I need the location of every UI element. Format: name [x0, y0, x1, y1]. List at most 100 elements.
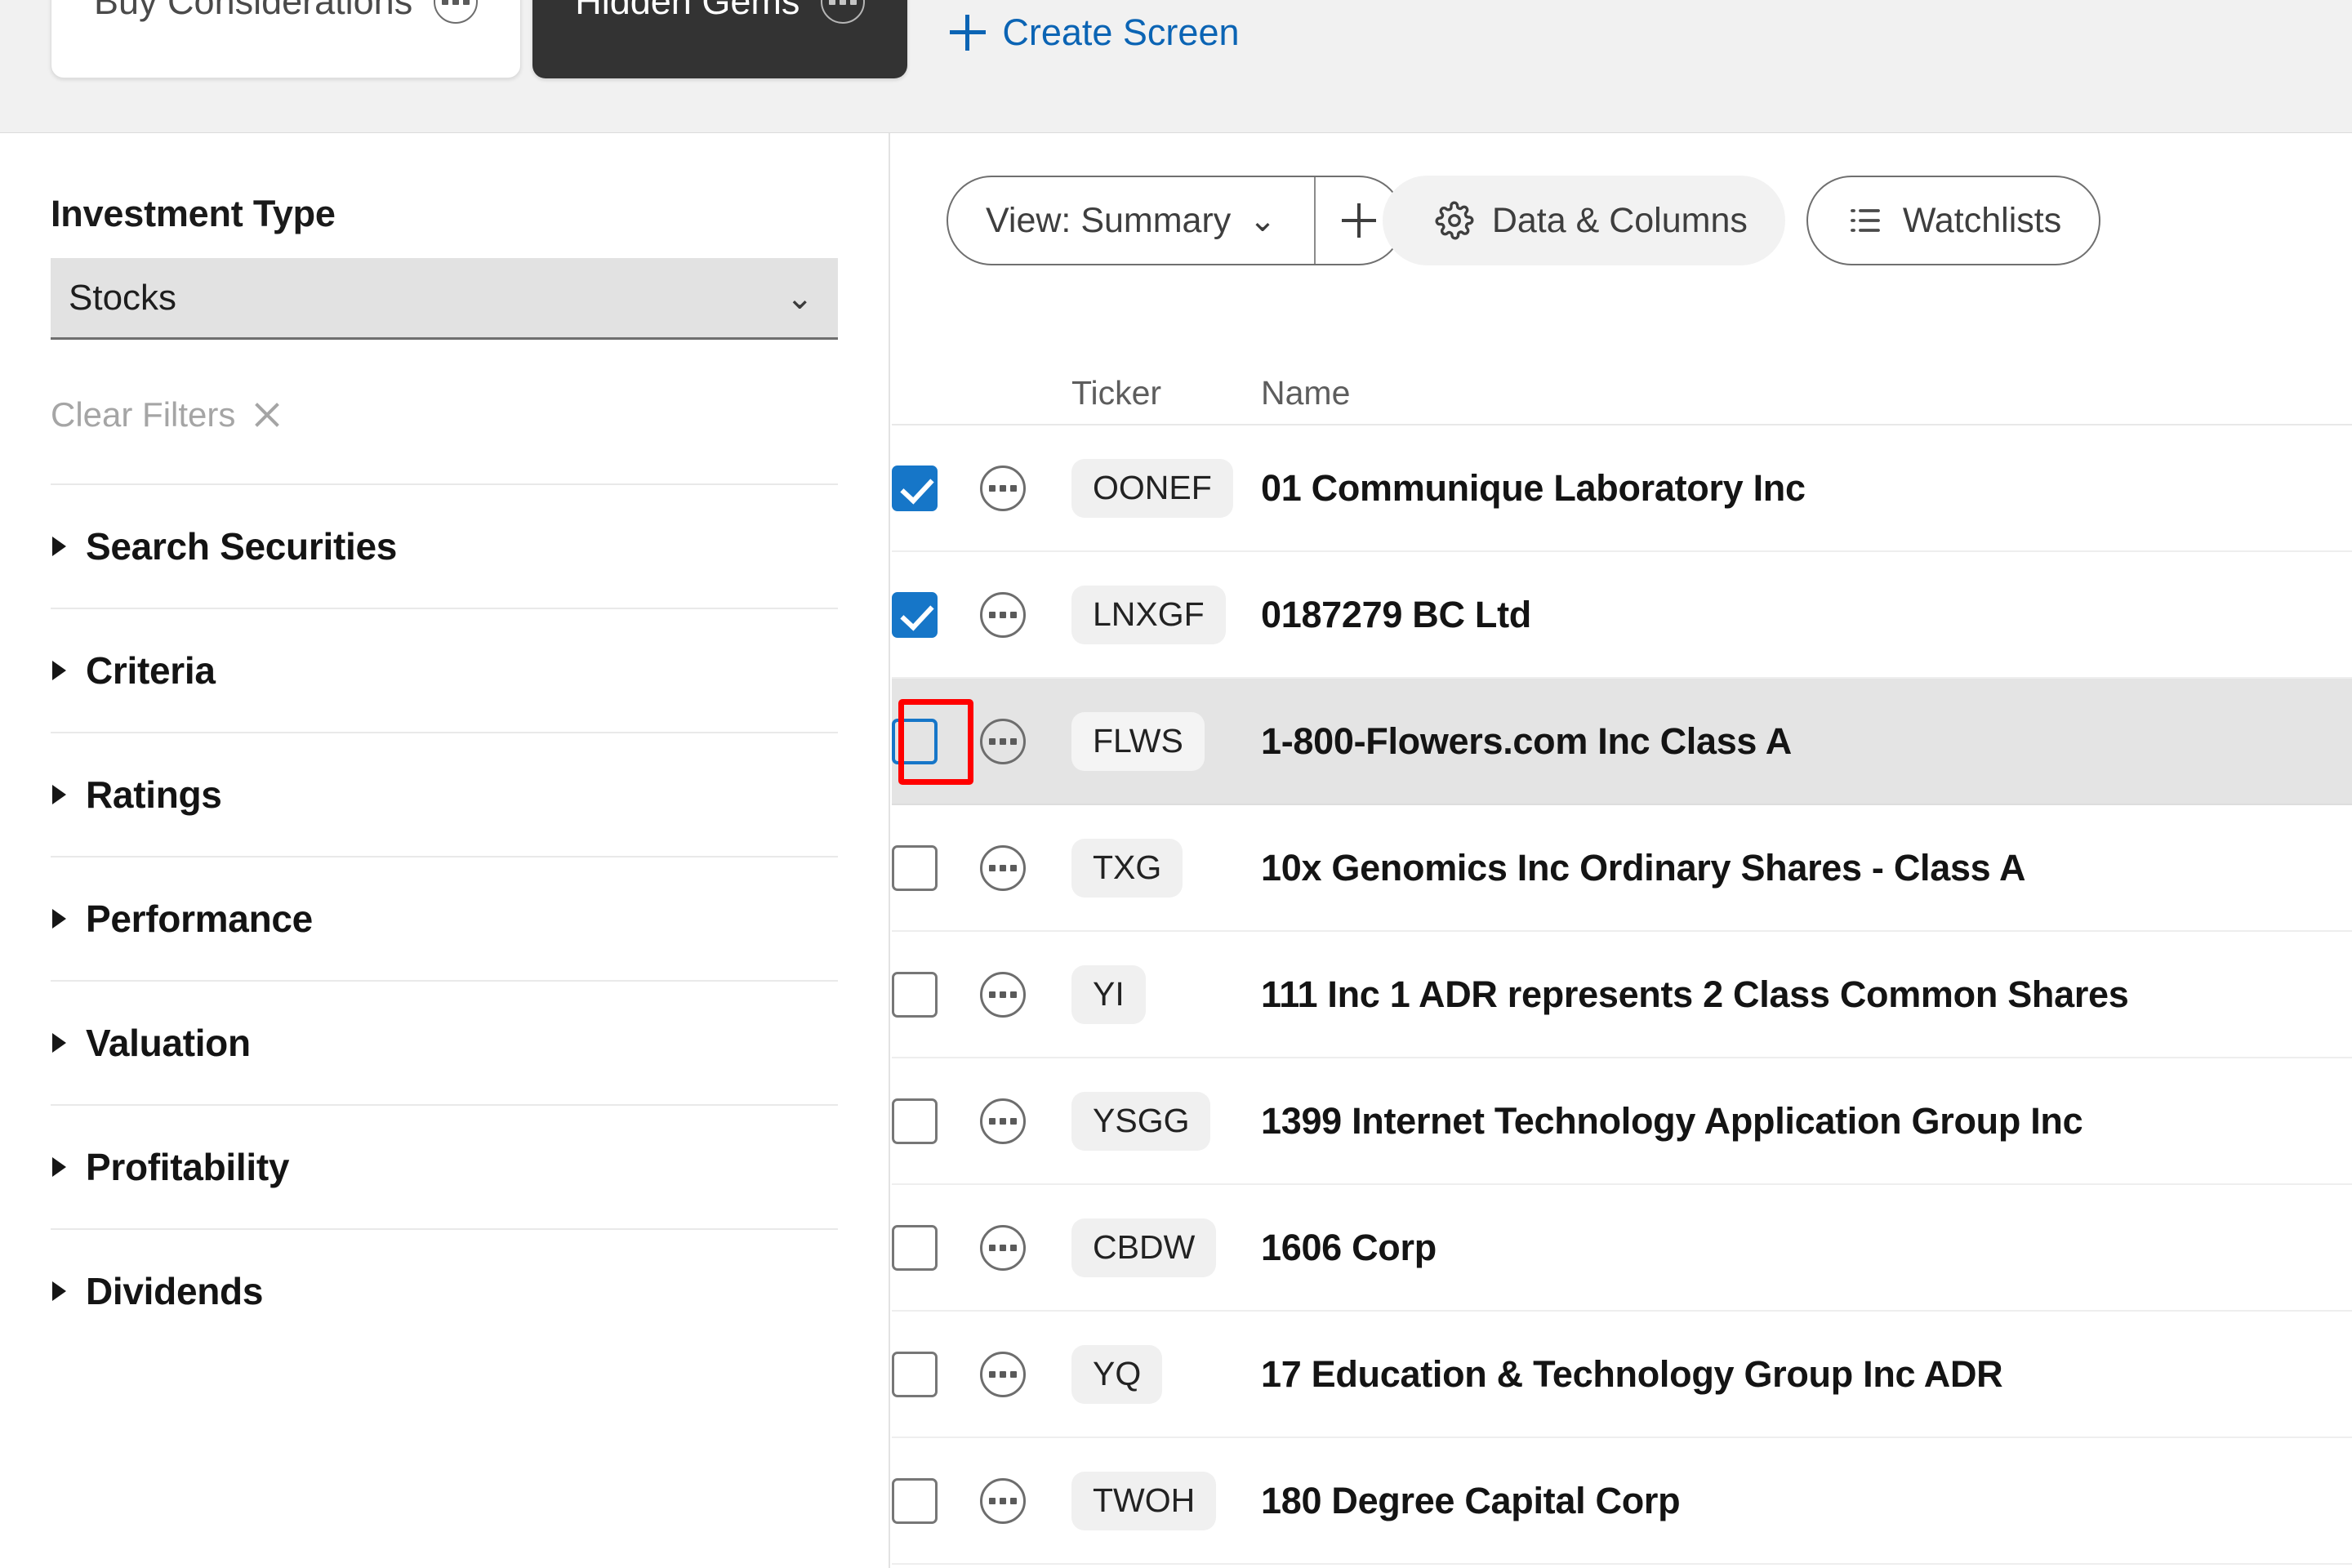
security-name[interactable]: 17 Education & Technology Group Inc ADR — [1261, 1353, 2003, 1396]
sidebar-section-performance[interactable]: Performance — [51, 856, 838, 980]
table-row[interactable]: YSGG 1399 Internet Technology Applicatio… — [892, 1058, 2352, 1185]
row-checkbox[interactable] — [892, 591, 938, 638]
ellipsis-circle-icon[interactable] — [821, 0, 866, 24]
ticker-badge[interactable]: YI — [1071, 964, 1146, 1024]
table-row[interactable]: OONEF 01 Communique Laboratory Inc — [892, 425, 2352, 552]
sidebar-section-label: Search Securities — [86, 525, 398, 568]
row-checkbox[interactable] — [892, 844, 938, 891]
ellipsis-circle-icon[interactable] — [980, 465, 1026, 511]
row-select-cell — [892, 1351, 980, 1397]
row-checkbox[interactable] — [892, 1098, 938, 1144]
ticker-badge[interactable]: OONEF — [1071, 458, 1233, 518]
row-name-cell: 17 Education & Technology Group Inc ADR — [1261, 1353, 2352, 1396]
results-panel: View: Summary ⌄ Data & Columns Watchlist… — [892, 133, 2352, 1568]
row-checkbox[interactable] — [892, 1351, 938, 1397]
table-row[interactable]: TWOH 180 Degree Capital Corp — [892, 1438, 2352, 1565]
ticker-badge[interactable]: YSGG — [1071, 1091, 1211, 1151]
sidebar-section-label: Ratings — [86, 773, 222, 816]
view-selector-group: View: Summary ⌄ — [947, 176, 1404, 265]
gear-icon — [1435, 201, 1474, 240]
watchlists-button[interactable]: Watchlists — [1806, 176, 2101, 265]
data-and-columns-button[interactable]: Data & Columns — [1382, 176, 1785, 265]
body-area: Investment Type Stocks ⌄ Clear Filters S… — [0, 133, 2352, 1568]
ellipsis-circle-icon[interactable] — [434, 0, 479, 24]
security-name[interactable]: 1-800-Flowers.com Inc Class A — [1261, 720, 1792, 763]
row-checkbox-focused[interactable] — [892, 718, 938, 764]
sidebar-section-criteria[interactable]: Criteria — [51, 608, 838, 732]
row-checkbox[interactable] — [892, 1477, 938, 1524]
sidebar-section-label: Criteria — [86, 649, 216, 692]
create-screen-label: Create Screen — [1002, 11, 1240, 53]
ticker-badge[interactable]: TWOH — [1071, 1471, 1217, 1530]
table-row[interactable]: YQ 17 Education & Technology Group Inc A… — [892, 1312, 2352, 1438]
sidebar-section-label: Performance — [86, 898, 313, 940]
row-ticker-cell: FLWS — [1071, 711, 1261, 771]
row-ticker-cell: YSGG — [1071, 1091, 1261, 1151]
row-name-cell: 1606 Corp — [1261, 1227, 2352, 1269]
investment-type-select[interactable]: Stocks ⌄ — [51, 258, 838, 340]
ellipsis-circle-icon[interactable] — [980, 1224, 1026, 1271]
ticker-badge[interactable]: LNXGF — [1071, 585, 1226, 644]
row-menu-cell — [980, 971, 1071, 1018]
security-name[interactable]: 0187279 BC Ltd — [1261, 594, 1531, 636]
table-row[interactable]: TXG 10x Genomics Inc Ordinary Shares - C… — [892, 805, 2352, 932]
sidebar-section-valuation[interactable]: Valuation — [51, 980, 838, 1104]
ellipsis-circle-icon[interactable] — [980, 1098, 1026, 1144]
ellipsis-circle-icon[interactable] — [980, 591, 1026, 638]
row-name-cell: 0187279 BC Ltd — [1261, 594, 2352, 636]
clear-filters-label: Clear Filters — [51, 395, 236, 434]
create-screen-button[interactable]: Create Screen — [950, 11, 1240, 54]
row-select-cell — [892, 1098, 980, 1144]
row-ticker-cell: YQ — [1071, 1344, 1261, 1404]
screen-tab-label: Buy Considerations — [94, 0, 413, 22]
caret-right-icon — [52, 1157, 66, 1177]
column-header-name[interactable]: Name — [1261, 374, 2352, 412]
close-x-icon — [253, 401, 281, 429]
ticker-badge[interactable]: YQ — [1071, 1344, 1163, 1404]
security-name[interactable]: 01 Communique Laboratory Inc — [1261, 467, 1806, 510]
screen-tab-buy-considerations[interactable]: Buy Considerations — [51, 0, 522, 78]
row-checkbox[interactable] — [892, 465, 938, 511]
sidebar-section-ratings[interactable]: Ratings — [51, 732, 838, 856]
ellipsis-circle-icon[interactable] — [980, 1351, 1026, 1397]
ticker-badge[interactable]: FLWS — [1071, 711, 1205, 771]
caret-right-icon — [52, 785, 66, 804]
row-name-cell: 111 Inc 1 ADR represents 2 Class Common … — [1261, 973, 2352, 1016]
row-name-cell: 1399 Internet Technology Application Gro… — [1261, 1100, 2352, 1143]
row-checkbox[interactable] — [892, 971, 938, 1018]
column-header-ticker[interactable]: Ticker — [1071, 374, 1261, 412]
row-checkbox[interactable] — [892, 1224, 938, 1271]
table-row-selected[interactable]: FLWS 1-800-Flowers.com Inc Class A — [892, 679, 2352, 805]
row-menu-cell — [980, 1224, 1071, 1271]
table-row[interactable]: LNXGF 0187279 BC Ltd — [892, 552, 2352, 679]
ticker-badge[interactable]: TXG — [1071, 838, 1183, 898]
view-summary-button[interactable]: View: Summary ⌄ — [948, 177, 1314, 264]
screen-tab-hidden-gems[interactable]: Hidden Gems — [532, 0, 908, 78]
sidebar-section-label: Profitability — [86, 1146, 290, 1188]
row-ticker-cell: YI — [1071, 964, 1261, 1024]
sidebar-section-profitability[interactable]: Profitability — [51, 1104, 838, 1228]
ellipsis-circle-icon[interactable] — [980, 844, 1026, 891]
table-row[interactable]: YI 111 Inc 1 ADR represents 2 Class Comm… — [892, 932, 2352, 1058]
securities-table: Ticker Name OONEF 01 Communique Laborato… — [892, 329, 2352, 1565]
security-name[interactable]: 10x Genomics Inc Ordinary Shares - Class… — [1261, 847, 2025, 889]
security-name[interactable]: 1399 Internet Technology Application Gro… — [1261, 1100, 2083, 1143]
ticker-badge[interactable]: CBDW — [1071, 1218, 1217, 1277]
ellipsis-circle-icon[interactable] — [980, 1477, 1026, 1524]
clear-filters-button[interactable]: Clear Filters — [51, 395, 838, 434]
row-select-cell — [892, 699, 980, 785]
security-name[interactable]: 180 Degree Capital Corp — [1261, 1480, 1681, 1522]
ellipsis-circle-icon[interactable] — [980, 718, 1026, 764]
security-name[interactable]: 111 Inc 1 ADR represents 2 Class Common … — [1261, 973, 2129, 1016]
sidebar-section-dividends[interactable]: Dividends — [51, 1228, 838, 1352]
ellipsis-circle-icon[interactable] — [980, 971, 1026, 1018]
security-name[interactable]: 1606 Corp — [1261, 1227, 1437, 1269]
sidebar-section-search-securities[interactable]: Search Securities — [51, 483, 838, 608]
row-select-cell — [892, 844, 980, 891]
plus-icon — [1341, 203, 1376, 238]
row-ticker-cell: TWOH — [1071, 1471, 1261, 1530]
caret-right-icon — [52, 661, 66, 680]
sidebar-section-label: Dividends — [86, 1270, 264, 1312]
table-row[interactable]: CBDW 1606 Corp — [892, 1185, 2352, 1312]
data-and-columns-label: Data & Columns — [1491, 200, 1748, 240]
